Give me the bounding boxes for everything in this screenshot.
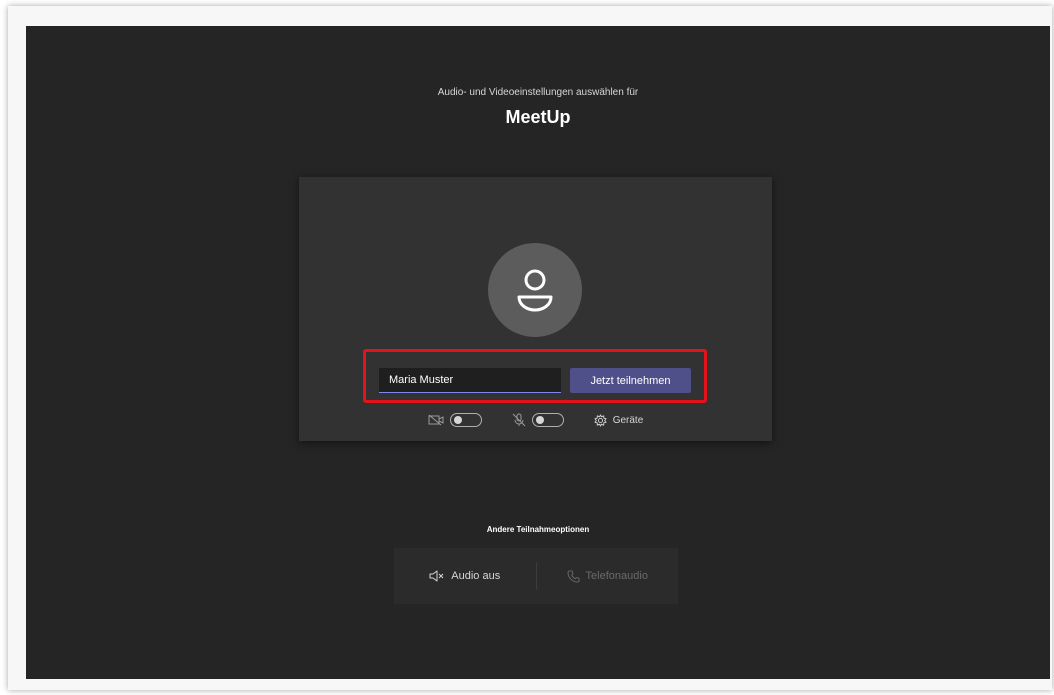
avatar [488, 243, 582, 337]
camera-toggle[interactable] [449, 413, 482, 427]
phone-audio-option[interactable]: Telefonaudio [537, 548, 679, 604]
other-options-label: Andere Teilnahmeoptionen [486, 525, 590, 534]
prejoin-screen: Audio- und Videoeinstellungen auswählen … [26, 26, 1050, 679]
mic-control [512, 413, 564, 427]
gear-icon [594, 413, 607, 427]
name-input[interactable] [379, 368, 561, 393]
device-controls: Geräte [299, 413, 772, 427]
mic-off-icon [512, 413, 526, 427]
mic-toggle[interactable] [531, 413, 564, 427]
camera-off-icon [428, 414, 444, 426]
meeting-title: MeetUp [505, 107, 571, 127]
audio-off-option[interactable]: Audio aus [394, 548, 536, 604]
other-join-options: Audio aus Telefonaudio [394, 548, 678, 604]
join-now-button[interactable]: Jetzt teilnehmen [570, 368, 691, 393]
audio-off-label: Audio aus [451, 570, 501, 582]
camera-control [428, 413, 482, 427]
prejoin-subtitle: Audio- und Videoeinstellungen auswählen … [437, 87, 639, 98]
speaker-off-icon [429, 570, 444, 582]
phone-icon [567, 569, 580, 583]
devices-button[interactable]: Geräte [594, 413, 644, 427]
devices-label: Geräte [612, 414, 644, 426]
avatar-person-icon [517, 269, 553, 312]
phone-audio-label: Telefonaudio [585, 570, 648, 582]
video-preview-card: Jetzt teilnehmen [299, 177, 772, 441]
